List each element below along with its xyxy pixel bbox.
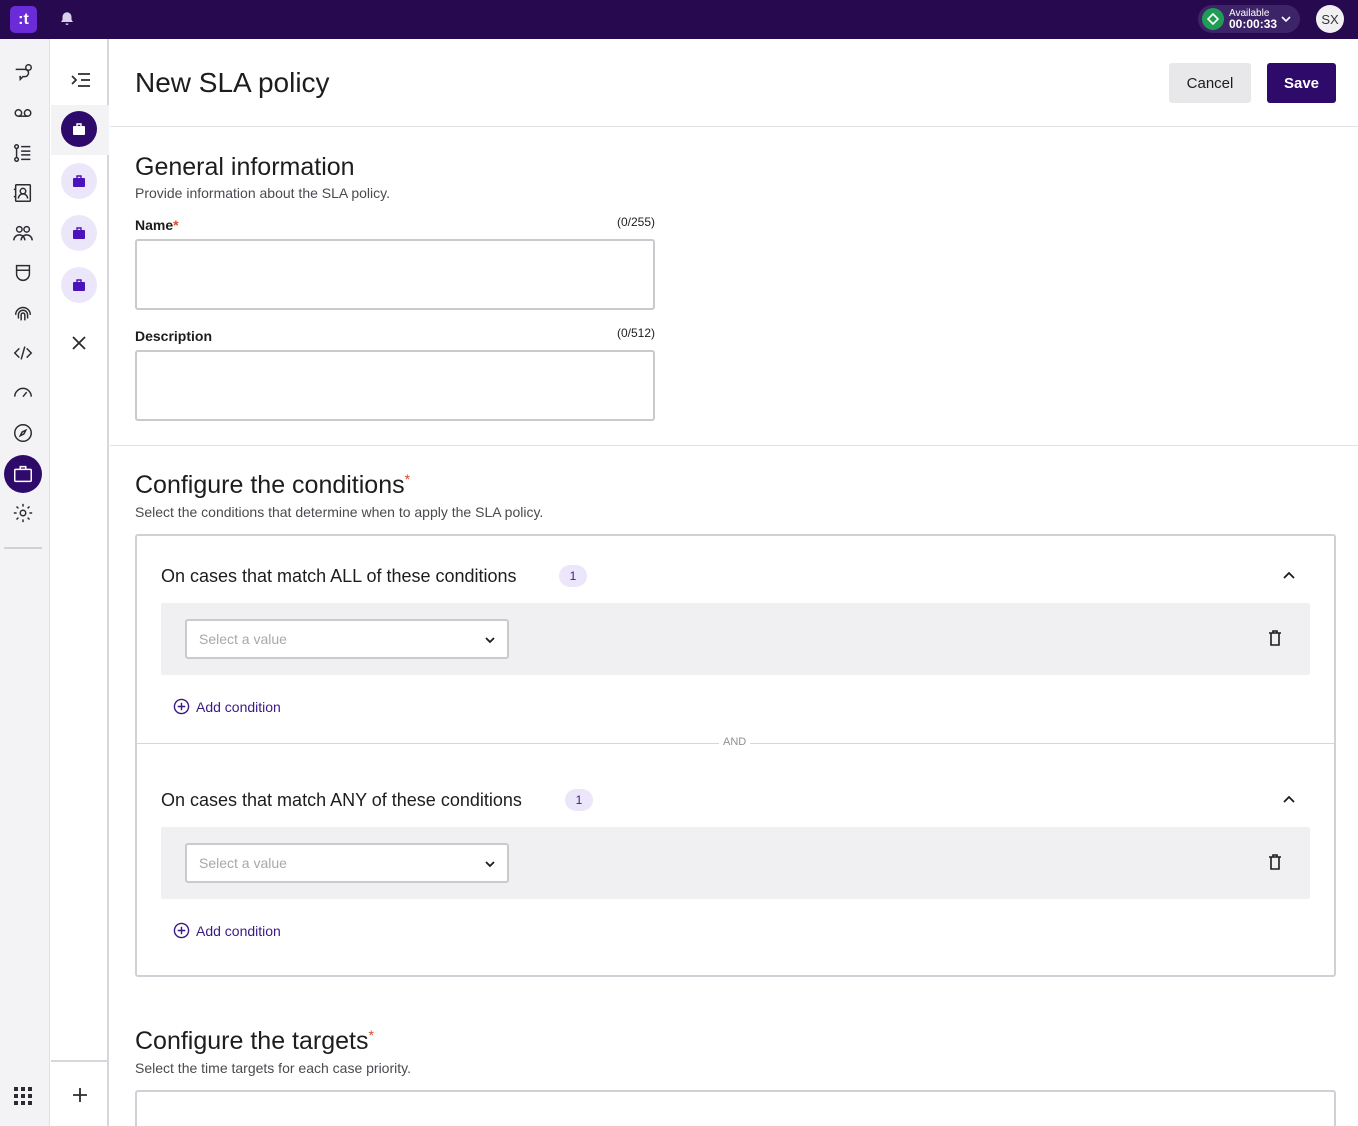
page-header: New SLA policy Cancel Save [110, 39, 1358, 127]
briefcase-icon[interactable] [4, 455, 42, 493]
chevron-down-icon [1281, 16, 1291, 23]
plus-circle-icon [173, 698, 190, 715]
dashboard-gauge-icon[interactable] [11, 381, 35, 405]
status-timer: 00:00:33 [1229, 17, 1278, 31]
agent-status-toggle[interactable]: Available 00:00:33 [1198, 5, 1300, 33]
condition-row: Select a value [161, 827, 1310, 899]
plus-circle-icon [173, 922, 190, 939]
targets-section-description: Select the time targets for each case pr… [135, 1060, 411, 1076]
close-icon[interactable] [70, 334, 88, 352]
trash-icon[interactable] [1267, 629, 1283, 647]
user-avatar[interactable]: SX [1316, 5, 1344, 33]
description-char-counter: (0/512) [616, 326, 655, 340]
rail-divider [4, 547, 42, 549]
briefcase-icon [73, 279, 85, 291]
chevron-down-icon [485, 861, 495, 868]
add-condition-label: Add condition [196, 922, 281, 939]
conditions-section-title: Configure the conditions* [135, 471, 411, 499]
any-conditions-title: On cases that match ANY of these conditi… [161, 790, 522, 810]
condition-select[interactable]: Select a value [185, 843, 509, 883]
subnav-footer-divider [51, 1060, 109, 1062]
case-item-4[interactable] [61, 267, 97, 303]
add-condition-button[interactable]: Add condition [173, 922, 281, 939]
name-input[interactable] [135, 239, 655, 310]
description-input[interactable] [135, 350, 655, 421]
briefcase-icon [73, 123, 85, 135]
app-logo[interactable]: :t [10, 6, 37, 33]
notifications-bell-icon[interactable] [58, 10, 76, 28]
queue-list-icon[interactable] [11, 141, 35, 165]
all-conditions-title: On cases that match ALL of these conditi… [161, 566, 517, 586]
trash-icon[interactable] [1267, 853, 1283, 871]
description-label: Description [135, 328, 213, 344]
required-marker: * [368, 1027, 374, 1043]
targets-container [135, 1090, 1336, 1126]
add-condition-button[interactable]: Add condition [173, 698, 281, 715]
compass-icon[interactable] [11, 421, 35, 445]
name-char-counter: (0/255) [616, 215, 655, 229]
voicemail-icon[interactable] [11, 101, 35, 125]
app-grid-icon[interactable] [14, 1087, 32, 1105]
chevron-up-icon[interactable] [1281, 792, 1297, 808]
required-marker: * [404, 471, 411, 487]
save-button[interactable]: Save [1267, 63, 1336, 103]
any-conditions-count-badge: 1 [565, 789, 593, 811]
chevron-up-icon[interactable] [1281, 568, 1297, 584]
page-title: New SLA policy [135, 67, 330, 98]
chevron-down-icon [485, 637, 495, 644]
fingerprint-icon[interactable] [11, 301, 35, 325]
secondary-nav [51, 39, 109, 1126]
condition-select[interactable]: Select a value [185, 619, 509, 659]
settings-gear-icon[interactable] [11, 501, 35, 525]
cancel-button[interactable]: Cancel [1169, 63, 1251, 103]
collapse-menu-icon[interactable] [70, 69, 92, 91]
all-conditions-count-badge: 1 [559, 565, 587, 587]
general-section-title: General information [135, 153, 355, 181]
case-item-2[interactable] [61, 163, 97, 199]
select-placeholder: Select a value [199, 855, 287, 871]
condition-row: Select a value [161, 603, 1310, 675]
and-separator-label: AND [719, 736, 751, 748]
case-item-3[interactable] [61, 215, 97, 251]
top-bar: :t Available 00:00:33 SX [0, 0, 1358, 39]
status-available-icon [1202, 8, 1224, 30]
contacts-icon[interactable] [11, 181, 35, 205]
general-section-description: Provide information about the SLA policy… [135, 185, 391, 201]
section-divider [110, 445, 1358, 446]
conditions-container: On cases that match ALL of these conditi… [135, 534, 1336, 977]
shield-icon[interactable] [11, 261, 35, 285]
add-icon[interactable] [70, 1085, 90, 1105]
case-item-1[interactable] [61, 111, 97, 147]
briefcase-icon [73, 227, 85, 239]
select-placeholder: Select a value [199, 631, 287, 647]
code-icon[interactable] [11, 341, 35, 365]
add-condition-label: Add condition [196, 698, 281, 715]
teams-icon[interactable] [11, 221, 35, 245]
conversations-icon[interactable] [11, 61, 35, 85]
briefcase-icon [73, 175, 85, 187]
primary-nav-rail [0, 39, 50, 1126]
targets-section-title: Configure the targets* [135, 1027, 374, 1055]
required-marker: * [173, 217, 179, 233]
conditions-section-description: Select the conditions that determine whe… [135, 504, 544, 520]
main-content: New SLA policy Cancel Save General infor… [110, 39, 1358, 1126]
name-label: Name* [135, 217, 179, 233]
